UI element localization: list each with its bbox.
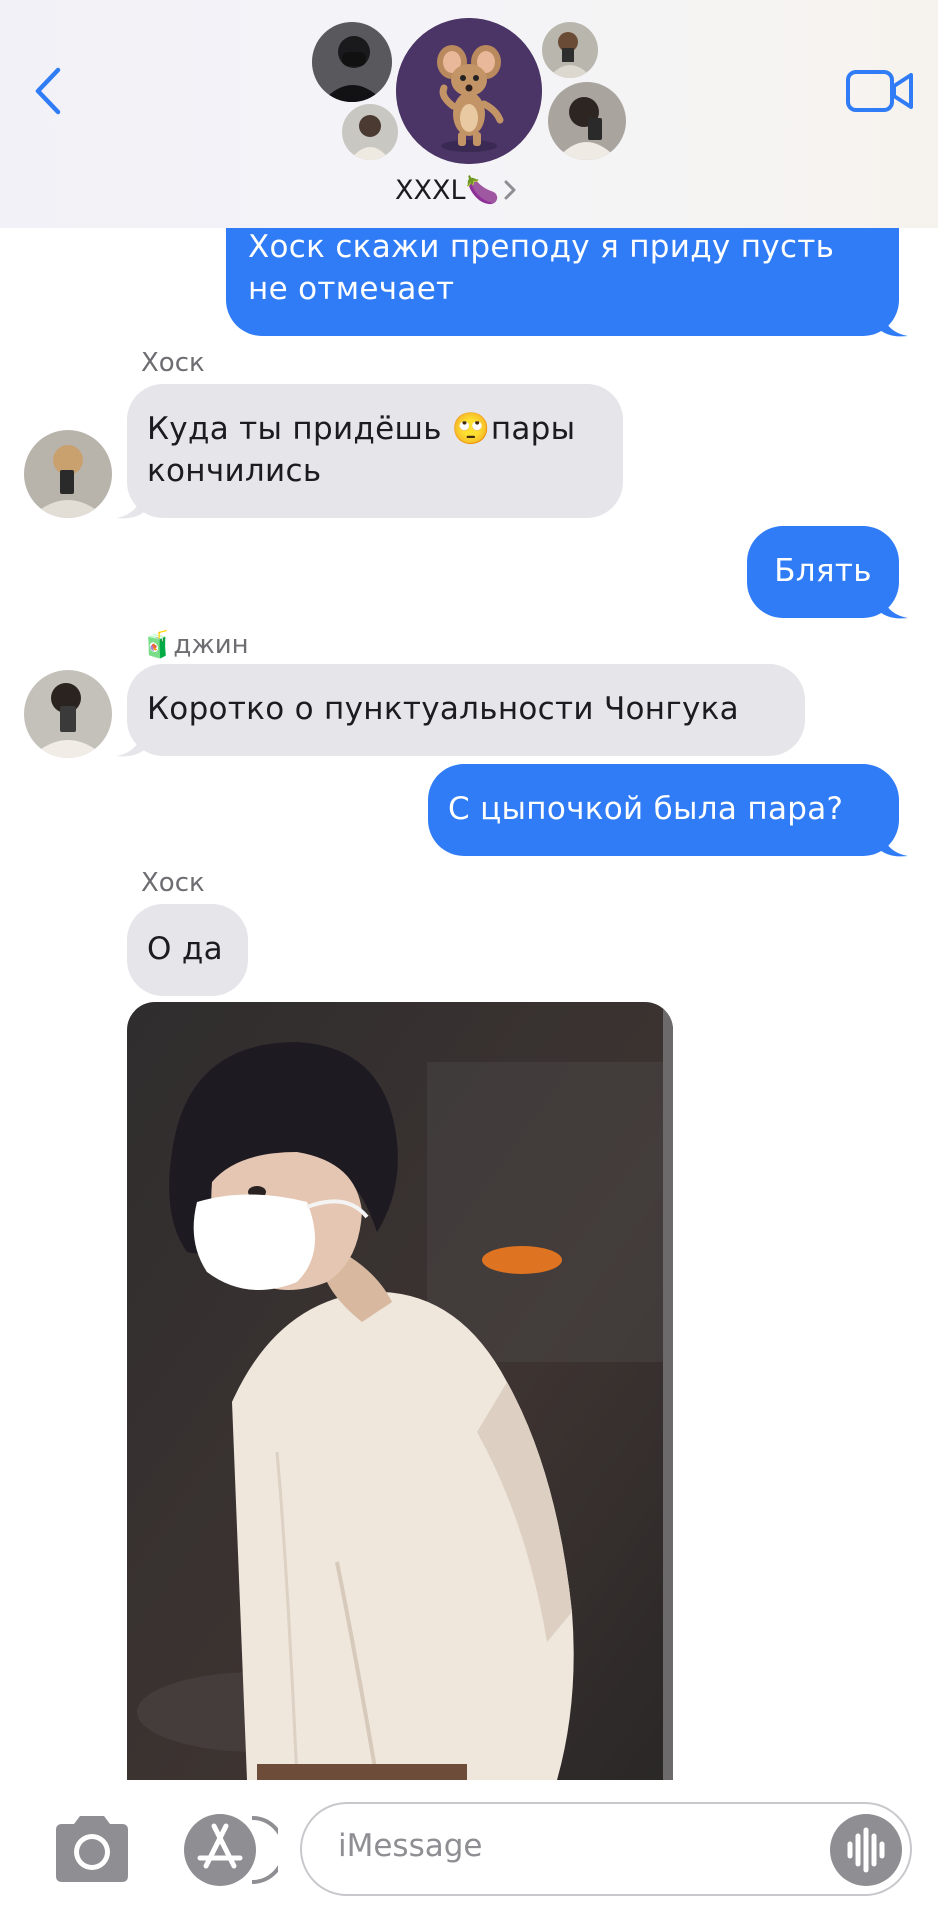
camera-icon bbox=[56, 1816, 128, 1882]
message-line: О да bbox=[147, 931, 223, 967]
bubble-tail bbox=[116, 726, 144, 757]
bubble-tail bbox=[880, 826, 908, 857]
member-avatar-1 bbox=[312, 22, 392, 102]
group-avatar[interactable] bbox=[396, 18, 542, 164]
message-line: С цыпочкой была пара? bbox=[448, 791, 844, 827]
member-avatar-2 bbox=[342, 104, 398, 160]
outgoing-message[interactable]: С цыпочкой была пара? bbox=[428, 764, 899, 856]
outgoing-message[interactable]: Блять bbox=[747, 526, 899, 618]
member-avatar-4 bbox=[548, 82, 626, 160]
bubble-tail bbox=[880, 306, 908, 337]
video-camera-icon bbox=[846, 70, 913, 112]
sender-avatar[interactable] bbox=[24, 670, 112, 758]
chevron-left-icon bbox=[35, 67, 61, 115]
audio-message-button[interactable] bbox=[830, 1814, 902, 1886]
conversation-header: XXXL🍆 bbox=[0, 0, 938, 228]
group-name-label: XXXL🍆 bbox=[395, 175, 500, 206]
message-input-placeholder: iMessage bbox=[338, 1828, 483, 1864]
message-line: Куда ты придёшь 🙄пары bbox=[147, 411, 576, 447]
app-store-button[interactable] bbox=[182, 1812, 286, 1888]
incoming-message[interactable]: О да bbox=[127, 904, 248, 996]
member-avatar-3 bbox=[542, 22, 598, 78]
camera-button[interactable] bbox=[48, 1814, 136, 1886]
sender-name: 🧃джин bbox=[141, 630, 249, 660]
message-line: не отмечает bbox=[248, 271, 455, 307]
sender-name: Хоск bbox=[141, 348, 205, 378]
message-input[interactable]: iMessage bbox=[300, 1802, 912, 1896]
photo-attachment[interactable] bbox=[127, 1002, 673, 1780]
incoming-message[interactable]: Куда ты придёшь 🙄пары кончились bbox=[127, 384, 623, 518]
message-line: Коротко о пунктуальности Чонгука bbox=[147, 691, 739, 727]
message-line: Блять bbox=[774, 553, 872, 589]
message-line: кончились bbox=[147, 453, 322, 489]
bubble-tail bbox=[880, 588, 908, 619]
sender-name: Хоск bbox=[141, 868, 205, 898]
sender-avatar[interactable] bbox=[24, 430, 112, 518]
incoming-message[interactable]: Коротко о пунктуальности Чонгука bbox=[127, 664, 805, 756]
chevron-right-icon bbox=[504, 180, 516, 200]
bubble-tail bbox=[116, 488, 144, 519]
message-line: Хоск скажи преподу я приду пусть bbox=[248, 229, 835, 265]
app-store-icon bbox=[184, 1814, 286, 1886]
group-name[interactable]: XXXL🍆 bbox=[395, 172, 517, 208]
facetime-video-button[interactable] bbox=[845, 66, 915, 116]
audio-waveform-icon bbox=[847, 1827, 885, 1873]
back-button[interactable] bbox=[22, 62, 72, 120]
